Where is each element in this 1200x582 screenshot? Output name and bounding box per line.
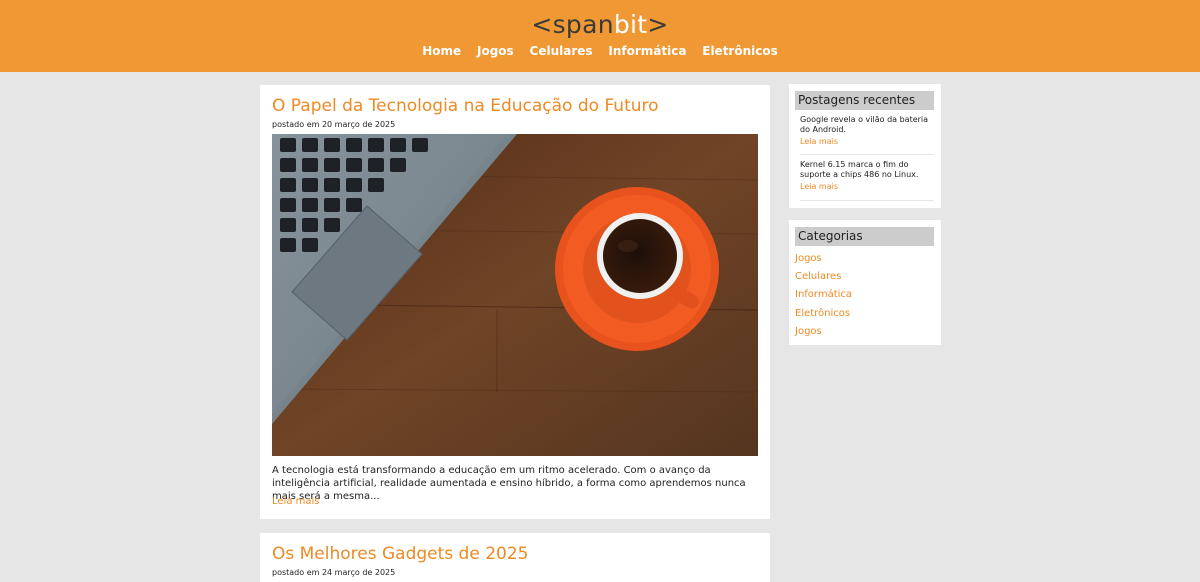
divider — [800, 200, 934, 201]
logo-bit-text: bit — [613, 10, 648, 39]
nav-item-eletronicos[interactable]: Eletrônicos — [702, 43, 778, 59]
recent-posts-widget: Postagens recentes Google revela o vilão… — [789, 84, 941, 208]
post-card: Os Melhores Gadgets de 2025 postado em 2… — [260, 533, 770, 582]
laptop-coffee-photo — [272, 134, 758, 456]
divider — [800, 154, 934, 155]
category-list: Jogos Celulares Informática Eletrônicos … — [795, 250, 852, 341]
post-title[interactable]: O Papel da Tecnologia na Educação do Fut… — [272, 95, 659, 117]
nav-item-home[interactable]: Home — [422, 43, 461, 59]
recent-post-read-more[interactable]: Leia mais — [800, 182, 934, 192]
recent-post-read-more[interactable]: Leia mais — [800, 137, 934, 147]
site-logo[interactable]: <spanbit> — [0, 10, 1200, 40]
post-excerpt: A tecnologia está transformando a educaç… — [272, 465, 746, 502]
post-date: postado em 24 março de 2025 — [272, 568, 396, 577]
recent-post-item: Kernel 6.15 marca o fim do suporte a chi… — [800, 160, 934, 192]
site-header: <spanbit> Home Jogos Celulares Informáti… — [0, 0, 1200, 72]
logo-span-text: span — [552, 10, 614, 39]
nav-item-informatica[interactable]: Informática — [608, 43, 686, 59]
recent-post-title[interactable]: Kernel 6.15 marca o fim do suporte a chi… — [800, 160, 918, 179]
category-link-jogos-2[interactable]: Jogos — [795, 323, 852, 341]
recent-post-title[interactable]: Google revela o vilão da bateria do Andr… — [800, 115, 928, 134]
categories-widget: Categorias Jogos Celulares Informática E… — [789, 220, 941, 345]
logo-open-bracket: < — [531, 10, 553, 39]
category-link-celulares[interactable]: Celulares — [795, 268, 852, 286]
post-title[interactable]: Os Melhores Gadgets de 2025 — [272, 543, 528, 565]
nav-item-celulares[interactable]: Celulares — [530, 43, 593, 59]
read-more-link[interactable]: Leia mais — [272, 496, 320, 508]
categories-heading: Categorias — [795, 227, 934, 246]
main-nav: Home Jogos Celulares Informática Eletrôn… — [0, 43, 1200, 59]
category-link-jogos[interactable]: Jogos — [795, 250, 852, 268]
category-link-eletronicos[interactable]: Eletrônicos — [795, 305, 852, 323]
nav-item-jogos[interactable]: Jogos — [477, 43, 514, 59]
category-link-informatica[interactable]: Informática — [795, 286, 852, 304]
post-date: postado em 20 março de 2025 — [272, 120, 396, 129]
logo-close-bracket: > — [647, 10, 669, 39]
recent-post-item: Google revela o vilão da bateria do Andr… — [800, 115, 934, 147]
post-card: O Papel da Tecnologia na Educação do Fut… — [260, 85, 770, 519]
post-image[interactable] — [272, 134, 758, 456]
recent-posts-heading: Postagens recentes — [795, 91, 934, 110]
